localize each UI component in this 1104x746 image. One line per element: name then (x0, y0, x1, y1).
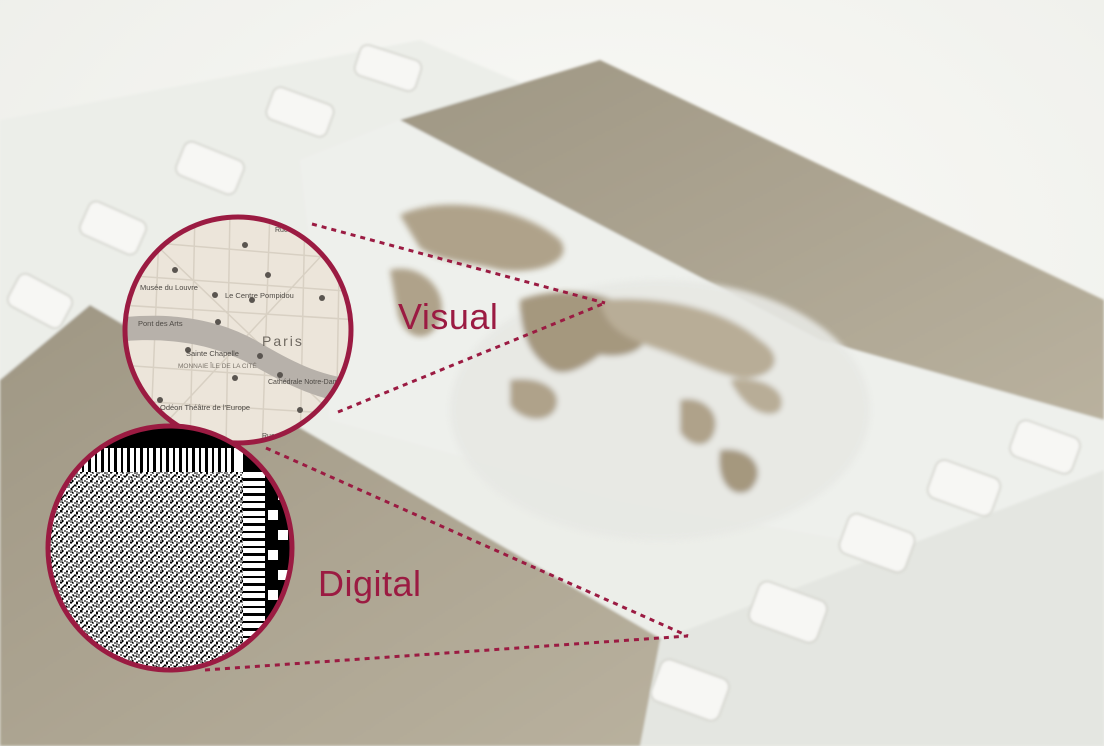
film-illustration: Paris Musée du Louvre Le Centre Pompidou… (0, 0, 1104, 746)
digital-label: Digital (318, 563, 422, 604)
map-label-sainte-chapelle: Sainte Chapelle (186, 349, 239, 358)
map-label-monnaie: MONNAIE ÎLE DE LA CITÉ (178, 361, 257, 370)
map-label-louvre: Musée du Louvre (140, 283, 198, 292)
map-label-city: Paris (262, 333, 304, 349)
map-label-pont-des-arts: Pont des Arts (138, 319, 183, 328)
map-label-pompidou: Le Centre Pompidou (225, 291, 294, 300)
map-label-odeon: Odéon Théâtre de l'Europe (160, 403, 250, 412)
visual-label: Visual (398, 296, 499, 337)
scene: Paris Musée du Louvre Le Centre Pompidou… (0, 0, 1104, 746)
